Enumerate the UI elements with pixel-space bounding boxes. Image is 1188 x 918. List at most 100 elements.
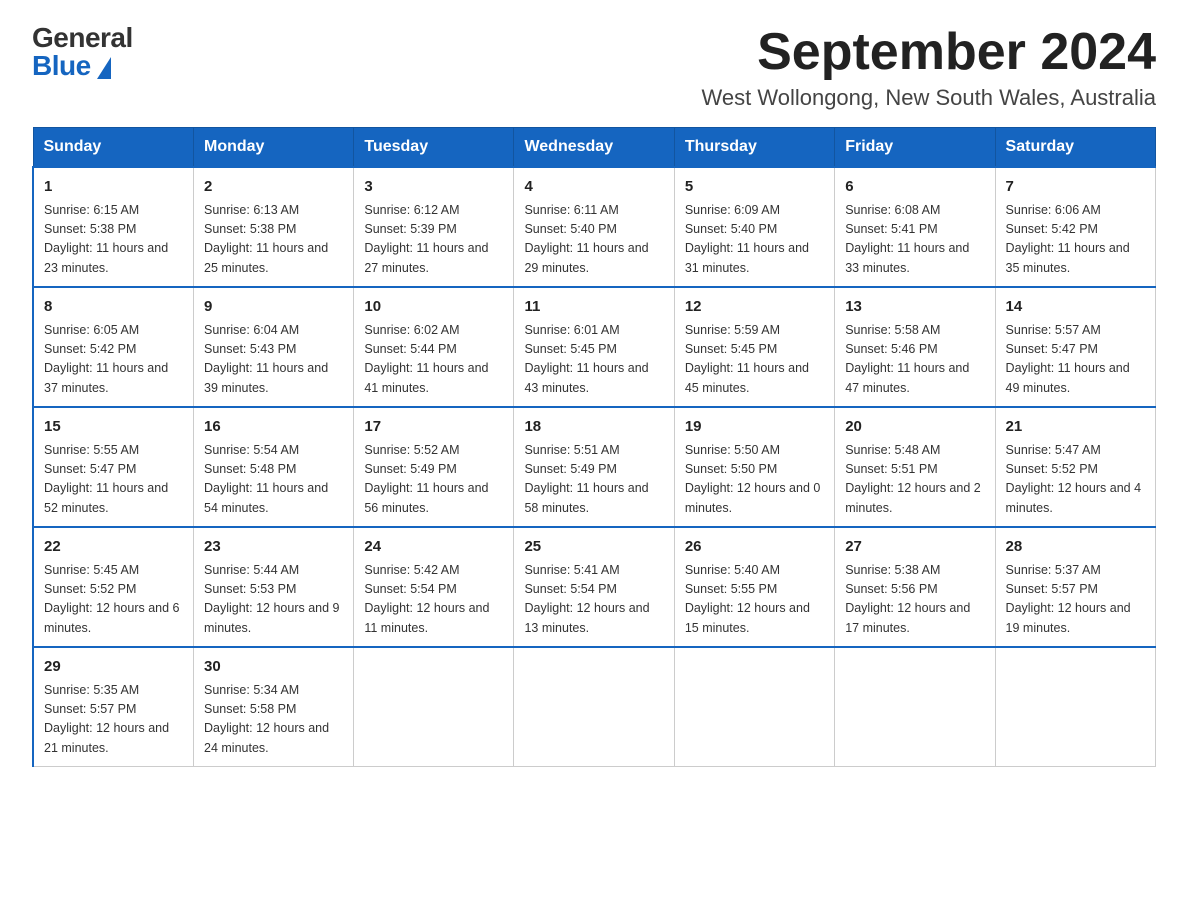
day-number: 9 [204,296,343,319]
day-info: Sunrise: 5:47 AMSunset: 5:52 PMDaylight:… [1006,441,1145,519]
calendar-cell: 25Sunrise: 5:41 AMSunset: 5:54 PMDayligh… [514,527,674,647]
logo-general-text: General [32,24,133,52]
logo-triangle-icon [97,57,111,79]
day-number: 28 [1006,536,1145,559]
calendar-cell [674,647,834,767]
calendar-header-tuesday: Tuesday [354,128,514,168]
day-number: 8 [44,296,183,319]
day-info: Sunrise: 5:45 AMSunset: 5:52 PMDaylight:… [44,561,183,639]
day-info: Sunrise: 6:01 AMSunset: 5:45 PMDaylight:… [524,321,663,399]
calendar-cell: 10Sunrise: 6:02 AMSunset: 5:44 PMDayligh… [354,287,514,407]
calendar-week-row: 29Sunrise: 5:35 AMSunset: 5:57 PMDayligh… [33,647,1156,767]
calendar-cell: 30Sunrise: 5:34 AMSunset: 5:58 PMDayligh… [194,647,354,767]
calendar-cell: 19Sunrise: 5:50 AMSunset: 5:50 PMDayligh… [674,407,834,527]
day-number: 5 [685,176,824,199]
day-number: 25 [524,536,663,559]
day-info: Sunrise: 5:44 AMSunset: 5:53 PMDaylight:… [204,561,343,639]
day-info: Sunrise: 6:13 AMSunset: 5:38 PMDaylight:… [204,201,343,279]
calendar-cell: 21Sunrise: 5:47 AMSunset: 5:52 PMDayligh… [995,407,1155,527]
day-info: Sunrise: 5:59 AMSunset: 5:45 PMDaylight:… [685,321,824,399]
calendar-cell: 20Sunrise: 5:48 AMSunset: 5:51 PMDayligh… [835,407,995,527]
calendar-cell: 17Sunrise: 5:52 AMSunset: 5:49 PMDayligh… [354,407,514,527]
day-number: 17 [364,416,503,439]
day-info: Sunrise: 6:15 AMSunset: 5:38 PMDaylight:… [44,201,183,279]
day-number: 1 [44,176,183,199]
day-info: Sunrise: 5:41 AMSunset: 5:54 PMDaylight:… [524,561,663,639]
calendar-week-row: 1Sunrise: 6:15 AMSunset: 5:38 PMDaylight… [33,167,1156,287]
day-info: Sunrise: 5:37 AMSunset: 5:57 PMDaylight:… [1006,561,1145,639]
day-info: Sunrise: 6:06 AMSunset: 5:42 PMDaylight:… [1006,201,1145,279]
day-info: Sunrise: 5:42 AMSunset: 5:54 PMDaylight:… [364,561,503,639]
day-info: Sunrise: 6:08 AMSunset: 5:41 PMDaylight:… [845,201,984,279]
calendar-cell: 24Sunrise: 5:42 AMSunset: 5:54 PMDayligh… [354,527,514,647]
calendar-cell: 6Sunrise: 6:08 AMSunset: 5:41 PMDaylight… [835,167,995,287]
day-info: Sunrise: 6:11 AMSunset: 5:40 PMDaylight:… [524,201,663,279]
day-info: Sunrise: 6:04 AMSunset: 5:43 PMDaylight:… [204,321,343,399]
day-number: 26 [685,536,824,559]
day-info: Sunrise: 5:34 AMSunset: 5:58 PMDaylight:… [204,681,343,759]
calendar-cell: 7Sunrise: 6:06 AMSunset: 5:42 PMDaylight… [995,167,1155,287]
calendar-cell: 5Sunrise: 6:09 AMSunset: 5:40 PMDaylight… [674,167,834,287]
day-info: Sunrise: 6:02 AMSunset: 5:44 PMDaylight:… [364,321,503,399]
day-number: 15 [44,416,183,439]
calendar-cell: 16Sunrise: 5:54 AMSunset: 5:48 PMDayligh… [194,407,354,527]
logo: General Blue [32,24,133,80]
calendar-week-row: 22Sunrise: 5:45 AMSunset: 5:52 PMDayligh… [33,527,1156,647]
day-info: Sunrise: 5:55 AMSunset: 5:47 PMDaylight:… [44,441,183,519]
calendar-week-row: 8Sunrise: 6:05 AMSunset: 5:42 PMDaylight… [33,287,1156,407]
calendar-cell: 4Sunrise: 6:11 AMSunset: 5:40 PMDaylight… [514,167,674,287]
calendar-cell: 13Sunrise: 5:58 AMSunset: 5:46 PMDayligh… [835,287,995,407]
calendar-cell [514,647,674,767]
day-number: 23 [204,536,343,559]
page-header: General Blue September 2024 West Wollong… [32,24,1156,111]
calendar-cell: 2Sunrise: 6:13 AMSunset: 5:38 PMDaylight… [194,167,354,287]
calendar-cell [995,647,1155,767]
day-number: 14 [1006,296,1145,319]
day-info: Sunrise: 5:40 AMSunset: 5:55 PMDaylight:… [685,561,824,639]
calendar-cell: 15Sunrise: 5:55 AMSunset: 5:47 PMDayligh… [33,407,194,527]
day-number: 20 [845,416,984,439]
calendar-header-friday: Friday [835,128,995,168]
calendar-cell: 3Sunrise: 6:12 AMSunset: 5:39 PMDaylight… [354,167,514,287]
day-number: 30 [204,656,343,679]
day-number: 21 [1006,416,1145,439]
day-number: 10 [364,296,503,319]
day-number: 18 [524,416,663,439]
day-info: Sunrise: 5:58 AMSunset: 5:46 PMDaylight:… [845,321,984,399]
day-number: 24 [364,536,503,559]
calendar-cell: 28Sunrise: 5:37 AMSunset: 5:57 PMDayligh… [995,527,1155,647]
day-number: 27 [845,536,984,559]
logo-blue-text: Blue [32,52,111,80]
calendar-week-row: 15Sunrise: 5:55 AMSunset: 5:47 PMDayligh… [33,407,1156,527]
title-block: September 2024 West Wollongong, New Sout… [702,24,1156,111]
calendar-table: SundayMondayTuesdayWednesdayThursdayFrid… [32,127,1156,767]
day-info: Sunrise: 6:09 AMSunset: 5:40 PMDaylight:… [685,201,824,279]
day-info: Sunrise: 5:52 AMSunset: 5:49 PMDaylight:… [364,441,503,519]
calendar-header-row: SundayMondayTuesdayWednesdayThursdayFrid… [33,128,1156,168]
day-info: Sunrise: 6:05 AMSunset: 5:42 PMDaylight:… [44,321,183,399]
location-subtitle: West Wollongong, New South Wales, Austra… [702,85,1156,111]
day-number: 6 [845,176,984,199]
day-number: 4 [524,176,663,199]
calendar-header-sunday: Sunday [33,128,194,168]
calendar-header-saturday: Saturday [995,128,1155,168]
day-number: 13 [845,296,984,319]
day-info: Sunrise: 5:57 AMSunset: 5:47 PMDaylight:… [1006,321,1145,399]
day-number: 29 [44,656,183,679]
day-number: 16 [204,416,343,439]
day-number: 7 [1006,176,1145,199]
month-title: September 2024 [702,24,1156,81]
day-info: Sunrise: 5:38 AMSunset: 5:56 PMDaylight:… [845,561,984,639]
calendar-cell: 1Sunrise: 6:15 AMSunset: 5:38 PMDaylight… [33,167,194,287]
day-number: 3 [364,176,503,199]
day-info: Sunrise: 5:54 AMSunset: 5:48 PMDaylight:… [204,441,343,519]
calendar-cell: 23Sunrise: 5:44 AMSunset: 5:53 PMDayligh… [194,527,354,647]
day-info: Sunrise: 5:51 AMSunset: 5:49 PMDaylight:… [524,441,663,519]
calendar-header-thursday: Thursday [674,128,834,168]
calendar-cell: 11Sunrise: 6:01 AMSunset: 5:45 PMDayligh… [514,287,674,407]
day-number: 11 [524,296,663,319]
calendar-cell: 14Sunrise: 5:57 AMSunset: 5:47 PMDayligh… [995,287,1155,407]
day-info: Sunrise: 6:12 AMSunset: 5:39 PMDaylight:… [364,201,503,279]
calendar-cell: 9Sunrise: 6:04 AMSunset: 5:43 PMDaylight… [194,287,354,407]
calendar-header-wednesday: Wednesday [514,128,674,168]
